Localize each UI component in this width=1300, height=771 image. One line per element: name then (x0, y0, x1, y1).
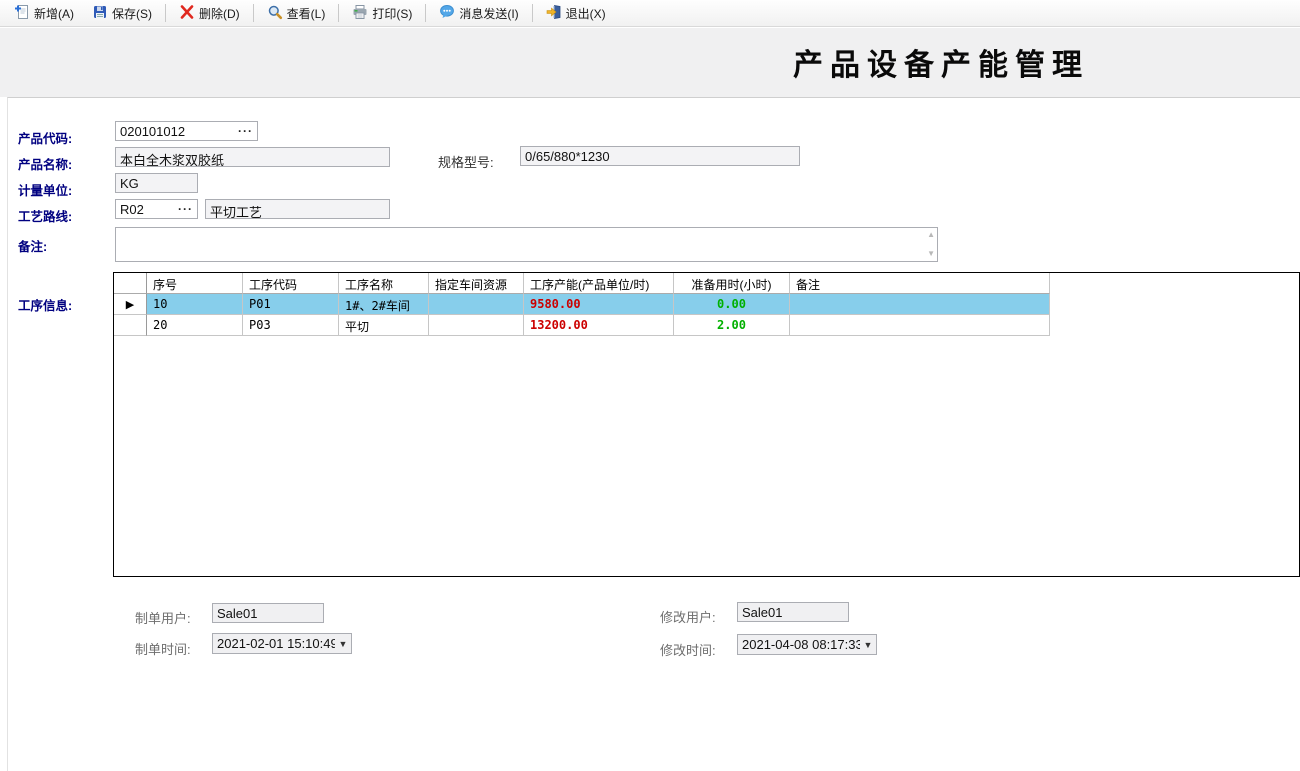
modify-time-label: 修改时间: (660, 640, 716, 659)
grid-cell-seq[interactable]: 20 (147, 315, 243, 336)
modify-user-value: Sale01 (742, 605, 782, 620)
create-user-value: Sale01 (217, 606, 257, 621)
scroll-up-icon[interactable]: ▲ (927, 231, 935, 239)
grid-cell-code[interactable]: P03 (243, 315, 339, 336)
message-send-button[interactable]: 消息发送(I) (431, 2, 526, 24)
grid-row-selector[interactable]: ▶ (114, 294, 147, 315)
grid-cell-prep[interactable]: 0.00 (674, 294, 790, 315)
toolbar-separator (253, 4, 254, 22)
remark-textarea[interactable]: ▲ ▼ (115, 227, 938, 262)
product-name-field: 本白全木浆双胶纸 (115, 147, 390, 167)
grid-cell-name[interactable]: 1#、2#车间 (339, 294, 429, 315)
process-grid[interactable]: 序号工序代码工序名称指定车间资源工序产能(产品单位/时)准备用时(小时)备注 ▶ 1… (113, 272, 1300, 577)
toolbar-separator (338, 4, 339, 22)
product-name-label: 产品名称: (18, 154, 72, 173)
grid-column-header[interactable]: 工序产能(产品单位/时) (524, 273, 674, 294)
modify-time-picker[interactable]: 2021-04-08 08:17:33 ▼ (737, 634, 877, 655)
unit-value: KG (120, 176, 139, 191)
spec-model-value: 0/65/880*1230 (525, 149, 610, 164)
product-name-value: 本白全木浆双胶纸 (120, 153, 224, 167)
grid-row[interactable]: 20P03平切 13200.002.00 (114, 315, 1299, 336)
process-route-name-field: 平切工艺 (205, 199, 390, 219)
grid-row[interactable]: ▶ 10P011#、2#车间 9580.000.00 (114, 294, 1299, 315)
grid-column-header[interactable]: 准备用时(小时) (674, 273, 790, 294)
spec-model-field: 0/65/880*1230 (520, 146, 800, 166)
delete-icon (179, 4, 195, 23)
unit-label: 计量单位: (18, 180, 72, 199)
message-icon (439, 4, 455, 23)
spec-model-label: 规格型号: (438, 152, 494, 171)
product-code-field[interactable]: 020101012 ··· (115, 121, 258, 141)
grid-cell-remark[interactable] (790, 294, 1050, 315)
grid-column-header[interactable]: 指定车间资源 (429, 273, 524, 294)
product-code-value: 020101012 (120, 124, 185, 139)
delete-button-label: 删除(D) (199, 5, 240, 22)
message-send-button-label: 消息发送(I) (459, 5, 518, 22)
modify-time-value: 2021-04-08 08:17:33 (738, 637, 860, 652)
app-window: 新增(A) 保存(S) 删除(D) 查看(L) 打印(S) 消息发送(I) (0, 0, 1300, 771)
new-icon (14, 4, 30, 23)
print-icon (352, 4, 368, 23)
process-route-code-value: R02 (120, 202, 144, 217)
exit-icon (546, 4, 562, 23)
print-button[interactable]: 打印(S) (344, 2, 420, 24)
unit-field: KG (115, 173, 198, 193)
grid-cell-seq[interactable]: 10 (147, 294, 243, 315)
grid-column-header[interactable]: 序号 (147, 273, 243, 294)
chevron-down-icon[interactable]: ▼ (335, 639, 351, 649)
grid-column-header[interactable]: 工序名称 (339, 273, 429, 294)
grid-cell-capacity[interactable]: 9580.00 (524, 294, 674, 315)
process-route-code-field[interactable]: R02 ··· (115, 199, 198, 219)
product-code-browse-button[interactable]: ··· (238, 124, 253, 138)
toolbar-separator (425, 4, 426, 22)
grid-cell-prep[interactable]: 2.00 (674, 315, 790, 336)
grid-column-header[interactable]: 备注 (790, 273, 1050, 294)
grid-cell-workshop[interactable] (429, 294, 524, 315)
create-time-picker[interactable]: 2021-02-01 15:10:49 ▼ (212, 633, 352, 654)
process-route-name-value: 平切工艺 (210, 205, 262, 219)
remark-value (116, 229, 120, 244)
grid-column-header[interactable]: 工序代码 (243, 273, 339, 294)
print-button-label: 打印(S) (372, 5, 412, 22)
view-icon (267, 4, 283, 23)
remark-label: 备注: (18, 236, 47, 255)
grid-row-selector[interactable] (114, 315, 147, 336)
process-route-browse-button[interactable]: ··· (178, 202, 193, 216)
new-button[interactable]: 新增(A) (6, 2, 82, 24)
create-time-label: 制单时间: (135, 639, 191, 658)
exit-button-label: 退出(X) (566, 5, 606, 22)
save-button[interactable]: 保存(S) (84, 2, 160, 24)
page-title: 产品设备产能管理 (793, 40, 1113, 84)
toolbar-separator (532, 4, 533, 22)
create-user-field: Sale01 (212, 603, 324, 623)
grid-cell-capacity[interactable]: 13200.00 (524, 315, 674, 336)
exit-button[interactable]: 退出(X) (538, 2, 614, 24)
current-row-arrow-icon: ▶ (126, 299, 134, 311)
create-time-value: 2021-02-01 15:10:49 (213, 636, 335, 651)
grid-cell-remark[interactable] (790, 315, 1050, 336)
create-user-label: 制单用户: (135, 608, 191, 627)
process-info-label: 工序信息: (18, 295, 72, 314)
save-button-label: 保存(S) (112, 5, 152, 22)
scroll-down-icon[interactable]: ▼ (927, 250, 935, 258)
grid-cell-name[interactable]: 平切 (339, 315, 429, 336)
grid-cell-code[interactable]: P01 (243, 294, 339, 315)
grid-row-selector-header[interactable] (114, 273, 147, 294)
process-route-label: 工艺路线: (18, 206, 72, 225)
view-button[interactable]: 查看(L) (259, 2, 334, 24)
view-button-label: 查看(L) (287, 5, 326, 22)
modify-user-field: Sale01 (737, 602, 849, 622)
delete-button[interactable]: 删除(D) (171, 2, 248, 24)
modify-user-label: 修改用户: (660, 607, 716, 626)
chevron-down-icon[interactable]: ▼ (860, 640, 876, 650)
toolbar: 新增(A) 保存(S) 删除(D) 查看(L) 打印(S) 消息发送(I) (0, 0, 1300, 27)
grid-header-row: 序号工序代码工序名称指定车间资源工序产能(产品单位/时)准备用时(小时)备注 (114, 273, 1299, 294)
new-button-label: 新增(A) (34, 5, 74, 22)
grid-cell-workshop[interactable] (429, 315, 524, 336)
product-code-label: 产品代码: (18, 128, 72, 147)
save-icon (92, 4, 108, 23)
toolbar-separator (165, 4, 166, 22)
